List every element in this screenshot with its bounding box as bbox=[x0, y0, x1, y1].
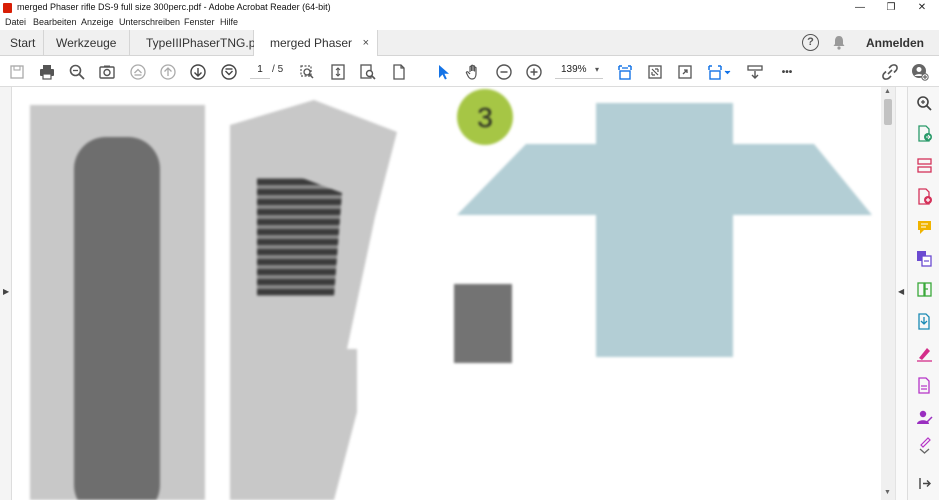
tab-werkzeuge[interactable]: Werkzeuge bbox=[44, 30, 130, 56]
page-count: / 5 bbox=[272, 64, 283, 75]
dark-gray-slot bbox=[74, 137, 160, 500]
protect-pdf-icon[interactable] bbox=[916, 377, 933, 394]
compress-pdf-icon[interactable] bbox=[916, 313, 933, 330]
print-icon[interactable] bbox=[37, 62, 57, 82]
zoom-level-select[interactable]: 139% ▾ bbox=[555, 62, 603, 79]
document-page: 3 bbox=[12, 87, 881, 500]
tab-bar: Start Werkzeuge TypeIIIPhaserTNG.p... me… bbox=[0, 30, 939, 76]
title-bar: merged Phaser rifle DS-9 full size 300pe… bbox=[0, 0, 939, 16]
last-page-icon[interactable] bbox=[219, 62, 239, 82]
snapshot-icon[interactable] bbox=[97, 62, 117, 82]
notifications-bell-icon[interactable] bbox=[832, 35, 846, 50]
menu-hilfe[interactable]: Hilfe bbox=[220, 17, 238, 27]
current-page-input[interactable]: 1 bbox=[250, 63, 270, 79]
expand-panel-icon[interactable] bbox=[916, 475, 933, 492]
tab-werkzeuge-label: Werkzeuge bbox=[56, 36, 117, 50]
light-blue-part bbox=[457, 103, 872, 357]
zoom-out-icon[interactable] bbox=[494, 62, 514, 82]
menu-unterschreiben[interactable]: Unterschreiben bbox=[119, 17, 180, 27]
zoom-search-icon[interactable] bbox=[67, 62, 87, 82]
menu-bearbeiten[interactable]: Bearbeiten bbox=[33, 17, 77, 27]
minimize-button[interactable]: — bbox=[845, 0, 875, 16]
page-display-icon[interactable] bbox=[706, 62, 732, 82]
fit-page-icon[interactable] bbox=[328, 62, 348, 82]
collapse-right-arrow-icon[interactable]: ◀ bbox=[898, 287, 904, 296]
document-content: 3 bbox=[30, 89, 872, 500]
page-separator: / bbox=[272, 64, 275, 75]
export-pdf-icon[interactable] bbox=[916, 125, 933, 142]
menu-bar: Datei Bearbeiten Anzeige Unterschreiben … bbox=[0, 16, 939, 30]
combine-files-icon[interactable] bbox=[916, 250, 933, 267]
more-options-icon[interactable]: ••• bbox=[777, 62, 797, 82]
chevron-down-icon: ▾ bbox=[594, 65, 599, 74]
tab-start[interactable]: Start bbox=[0, 30, 44, 56]
window-title: merged Phaser rifle DS-9 full size 300pe… bbox=[17, 2, 331, 12]
total-pages: 5 bbox=[277, 64, 284, 75]
right-panel-toggle[interactable]: ◀ bbox=[895, 87, 907, 500]
read-mode-icon[interactable] bbox=[745, 62, 765, 82]
menu-fenster[interactable]: Fenster bbox=[184, 17, 215, 27]
add-user-icon[interactable] bbox=[910, 62, 930, 82]
tools-panel bbox=[907, 87, 939, 500]
restore-button[interactable]: ❐ bbox=[876, 0, 906, 16]
save-icon[interactable] bbox=[7, 62, 27, 82]
full-screen-icon[interactable] bbox=[675, 62, 695, 82]
request-signature-icon[interactable] bbox=[916, 409, 933, 426]
hand-tool-icon[interactable] bbox=[463, 62, 483, 82]
tab-document-merged[interactable]: merged Phaser rifle... × bbox=[254, 30, 378, 76]
select-text-area-icon[interactable] bbox=[297, 62, 317, 82]
zoom-search-icon[interactable] bbox=[916, 95, 933, 112]
scroll-down-icon[interactable]: ▼ bbox=[884, 489, 891, 496]
find-icon[interactable] bbox=[358, 62, 378, 82]
page-view-icon[interactable] bbox=[389, 62, 409, 82]
fit-width-icon[interactable] bbox=[615, 62, 635, 82]
next-page-icon[interactable] bbox=[188, 62, 208, 82]
tab-document-typeiii[interactable]: TypeIIIPhaserTNG.p... bbox=[130, 30, 265, 56]
close-window-button[interactable]: ✕ bbox=[907, 0, 937, 16]
vertical-scrollbar[interactable]: ▲ ▼ bbox=[881, 87, 895, 500]
organize-pages-icon[interactable] bbox=[916, 157, 933, 174]
sign-in-button[interactable]: Anmelden bbox=[866, 36, 924, 50]
close-tab-icon[interactable]: × bbox=[363, 30, 369, 56]
striped-grip bbox=[257, 178, 342, 296]
acrobat-app-icon bbox=[3, 3, 12, 13]
menu-datei[interactable]: Datei bbox=[5, 17, 26, 27]
comment-icon[interactable] bbox=[916, 219, 933, 236]
left-panel-toggle[interactable]: ▶ bbox=[0, 87, 12, 500]
menu-anzeige[interactable]: Anzeige bbox=[81, 17, 114, 27]
expand-left-arrow-icon[interactable]: ▶ bbox=[3, 287, 9, 296]
more-tools-icon[interactable] bbox=[916, 437, 933, 454]
angled-gray-part bbox=[230, 100, 397, 500]
tab-document-label: TypeIIIPhaserTNG.p... bbox=[146, 36, 266, 50]
share-link-icon[interactable] bbox=[880, 62, 900, 82]
dark-gray-block bbox=[454, 284, 512, 363]
select-cursor-icon[interactable] bbox=[433, 62, 453, 82]
scroll-up-icon[interactable]: ▲ bbox=[884, 88, 891, 95]
zoom-in-icon[interactable] bbox=[524, 62, 544, 82]
help-icon[interactable]: ? bbox=[802, 34, 819, 51]
scroll-thumb[interactable] bbox=[884, 99, 892, 125]
tab-start-label: Start bbox=[10, 36, 36, 50]
edit-pdf-icon[interactable] bbox=[916, 281, 933, 298]
create-pdf-icon[interactable] bbox=[916, 188, 933, 205]
zoom-level-value: 139% bbox=[561, 64, 587, 75]
fill-sign-icon[interactable] bbox=[916, 345, 933, 362]
previous-page-icon[interactable] bbox=[158, 62, 178, 82]
badge-number: 3 bbox=[477, 102, 493, 133]
first-page-icon[interactable] bbox=[128, 62, 148, 82]
rotate-view-icon[interactable] bbox=[645, 62, 665, 82]
toolbar: ••• bbox=[0, 56, 939, 87]
